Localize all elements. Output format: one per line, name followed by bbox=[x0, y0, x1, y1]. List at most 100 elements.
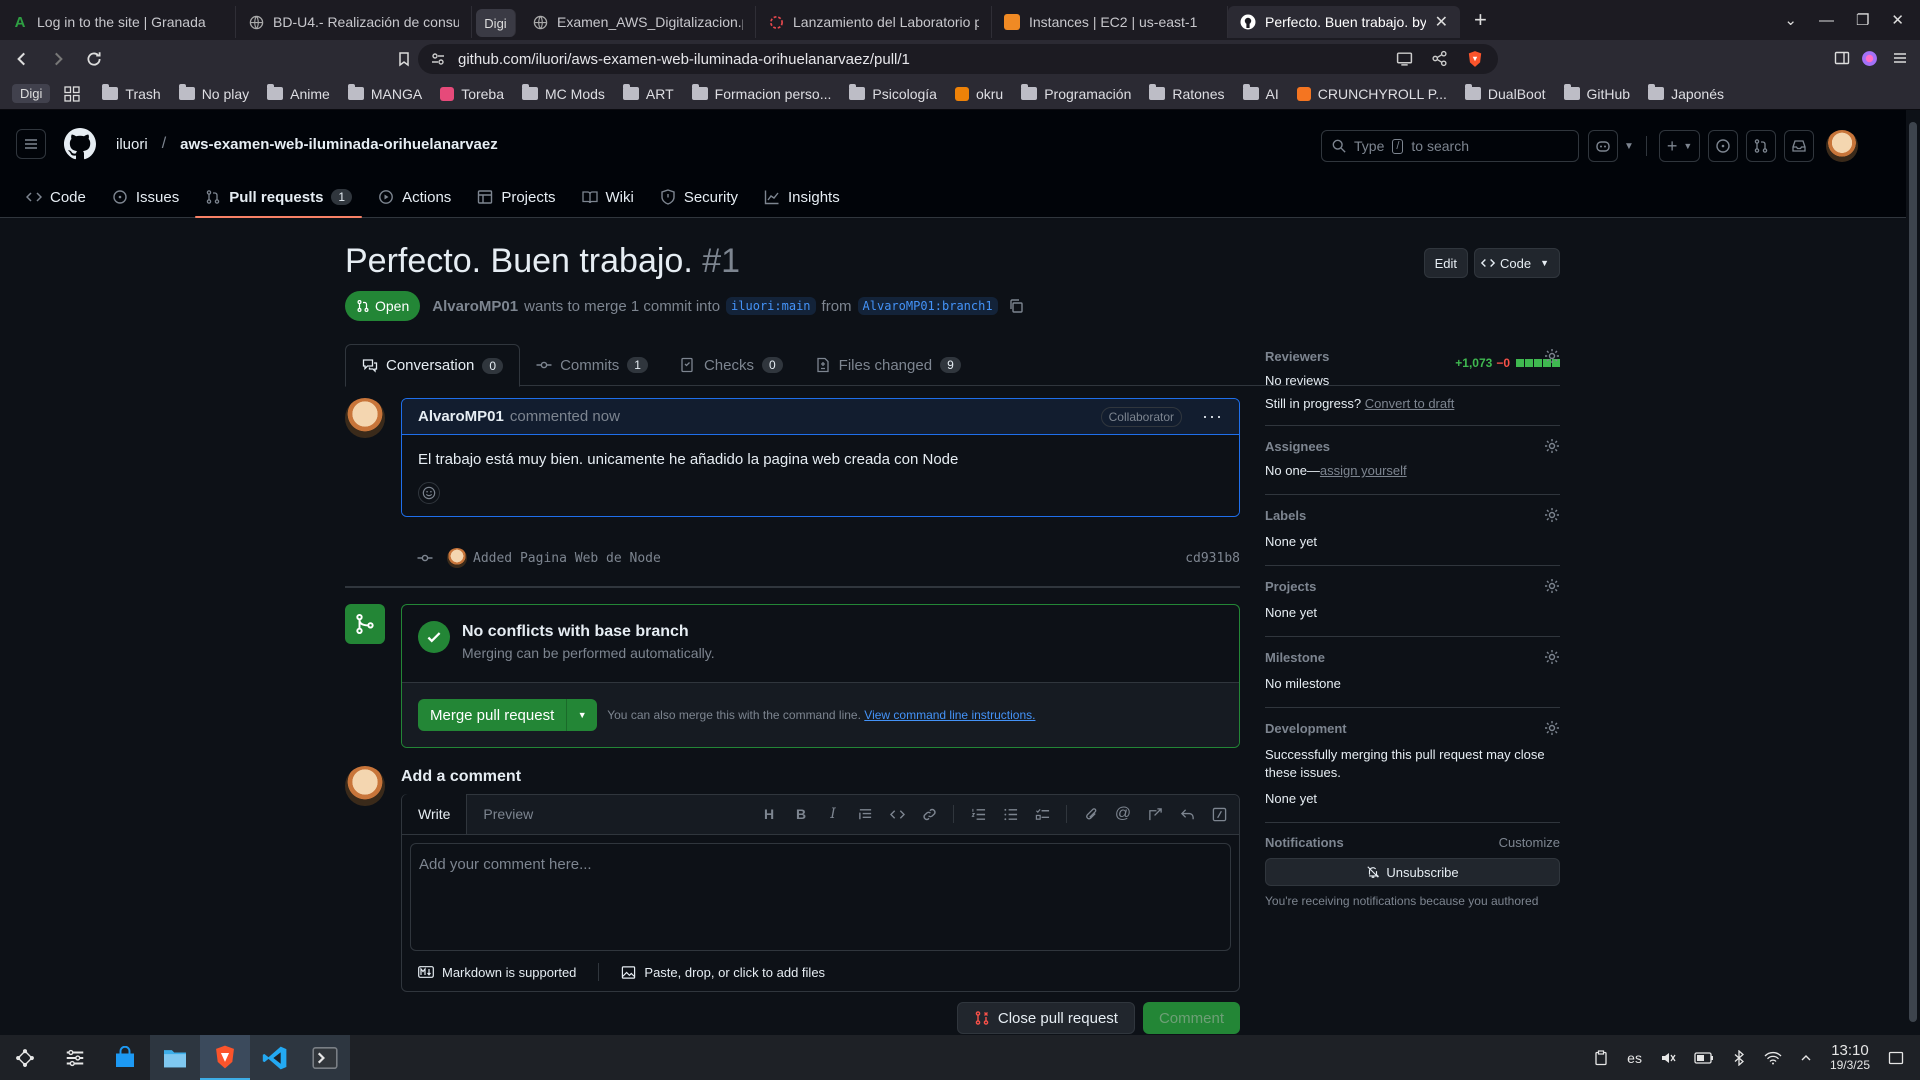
tab-pull-requests[interactable]: Pull requests 1 bbox=[195, 176, 363, 218]
breadcrumb-owner[interactable]: iluori bbox=[116, 136, 148, 153]
customize-notifications-link[interactable]: Customize bbox=[1499, 835, 1560, 850]
bookmark-okru[interactable]: okru bbox=[954, 86, 1003, 102]
site-settings-icon[interactable] bbox=[430, 51, 446, 67]
slash-command-icon[interactable] bbox=[1207, 802, 1231, 826]
bookmark-formacion[interactable]: Formacion perso... bbox=[691, 84, 831, 102]
comment-author[interactable]: AlvaroMP01 bbox=[418, 408, 504, 425]
browser-tab-ec2[interactable]: Instances | EC2 | us-east-1 bbox=[992, 6, 1228, 38]
merge-pull-request-button[interactable]: Merge pull request ▼ bbox=[418, 699, 598, 731]
bookmark-anime[interactable]: Anime bbox=[267, 84, 330, 102]
bookmark-psicologia[interactable]: Psicología bbox=[849, 84, 937, 102]
close-tab-icon[interactable]: ✕ bbox=[1435, 12, 1448, 32]
tab-conversation[interactable]: Conversation 0 bbox=[345, 344, 521, 387]
apps-grid-icon[interactable] bbox=[64, 85, 81, 102]
gear-icon[interactable] bbox=[1544, 438, 1560, 454]
add-reaction-button[interactable] bbox=[418, 482, 440, 504]
inbox-button[interactable] bbox=[1784, 130, 1815, 162]
tab-write[interactable]: Write bbox=[402, 794, 468, 834]
brave-browser-icon[interactable] bbox=[200, 1035, 250, 1080]
tab-code[interactable]: Code bbox=[16, 176, 96, 218]
tab-list-chevron-icon[interactable]: ⌄ bbox=[1784, 11, 1797, 29]
copy-icon[interactable] bbox=[1008, 298, 1024, 314]
page-scrollbar[interactable] bbox=[1906, 110, 1920, 1035]
battery-icon[interactable] bbox=[1694, 1051, 1714, 1065]
convert-to-draft-link[interactable]: Convert to draft bbox=[1365, 396, 1455, 411]
vscode-icon[interactable] bbox=[250, 1035, 300, 1080]
tab-actions[interactable]: Actions bbox=[368, 176, 461, 218]
italic-icon[interactable]: I bbox=[821, 802, 845, 826]
show-desktop-icon[interactable] bbox=[1888, 1050, 1904, 1066]
bookmark-icon[interactable] bbox=[390, 45, 418, 73]
cast-icon[interactable] bbox=[1396, 50, 1413, 68]
browser-tab-bd[interactable]: BD-U4.- Realización de consultas bbox=[236, 6, 472, 38]
ordered-list-icon[interactable] bbox=[966, 802, 990, 826]
bookmark-group-digi[interactable]: Digi bbox=[12, 84, 51, 103]
bookmark-dualboot[interactable]: DualBoot bbox=[1464, 84, 1546, 102]
bookmark-crunchyroll[interactable]: CRUNCHYROLL P... bbox=[1296, 86, 1447, 102]
bookmark-github[interactable]: GitHub bbox=[1563, 84, 1630, 102]
commit-message[interactable]: Added Pagina Web de Node bbox=[473, 551, 661, 566]
tab-security[interactable]: Security bbox=[650, 176, 748, 218]
kebab-menu-icon[interactable]: ··· bbox=[1202, 406, 1223, 427]
user-avatar[interactable] bbox=[1826, 130, 1859, 162]
new-tab-button[interactable]: + bbox=[1460, 7, 1501, 33]
forward-icon[interactable] bbox=[44, 45, 72, 73]
markdown-supported-link[interactable]: Markdown is supported bbox=[442, 965, 576, 980]
browser-tab-examen-pdf[interactable]: Examen_AWS_Digitalizacion.pdf bbox=[520, 6, 756, 38]
gear-icon[interactable] bbox=[1544, 578, 1560, 594]
pull-requests-button[interactable] bbox=[1746, 130, 1777, 162]
browser-tab-granada[interactable]: A Log in to the site | Granada bbox=[0, 6, 236, 38]
mention-icon[interactable]: @ bbox=[1111, 802, 1135, 826]
bookmark-manga[interactable]: MANGA bbox=[347, 84, 422, 102]
merge-options-dropdown-icon[interactable]: ▼ bbox=[567, 699, 597, 731]
unsubscribe-button[interactable]: Unsubscribe bbox=[1265, 858, 1560, 886]
volume-muted-icon[interactable] bbox=[1660, 1050, 1676, 1066]
system-settings-icon[interactable] bbox=[50, 1035, 100, 1080]
base-branch[interactable]: iluori:main bbox=[726, 297, 816, 315]
search-input[interactable]: Type / to search bbox=[1321, 130, 1579, 162]
gear-icon[interactable] bbox=[1544, 348, 1560, 364]
tab-files-changed[interactable]: Files changed 9 bbox=[799, 344, 977, 386]
bookmark-mc-mods[interactable]: MC Mods bbox=[522, 84, 605, 102]
share-icon[interactable] bbox=[1431, 50, 1448, 68]
wifi-icon[interactable] bbox=[1764, 1051, 1782, 1065]
bookmark-trash[interactable]: Trash bbox=[102, 84, 161, 102]
link-icon[interactable] bbox=[917, 802, 941, 826]
reload-icon[interactable] bbox=[80, 45, 108, 73]
sidebar-toggle-icon[interactable] bbox=[1834, 50, 1850, 66]
reply-icon[interactable] bbox=[1175, 802, 1199, 826]
gear-icon[interactable] bbox=[1544, 507, 1560, 523]
minimize-window-button[interactable]: — bbox=[1819, 12, 1834, 29]
bookmark-art[interactable]: ART bbox=[622, 84, 674, 102]
bluetooth-icon[interactable] bbox=[1732, 1049, 1746, 1066]
tab-commits[interactable]: Commits 1 bbox=[520, 344, 664, 386]
assign-yourself-link[interactable]: assign yourself bbox=[1320, 463, 1407, 478]
copilot-dropdown-icon[interactable]: ▼ bbox=[1624, 141, 1634, 152]
address-bar[interactable]: github.com/iluori/aws-examen-web-ilumina… bbox=[418, 44, 1498, 74]
tab-projects[interactable]: Projects bbox=[467, 176, 565, 218]
tab-insights[interactable]: Insights bbox=[754, 176, 850, 218]
issues-button[interactable] bbox=[1708, 130, 1739, 162]
code-icon[interactable] bbox=[885, 802, 909, 826]
discover-store-icon[interactable] bbox=[100, 1035, 150, 1080]
comment-timestamp[interactable]: commented now bbox=[510, 408, 620, 425]
quote-icon[interactable] bbox=[853, 802, 877, 826]
edit-title-button[interactable]: Edit bbox=[1423, 248, 1468, 278]
bookmark-programacion[interactable]: Programación bbox=[1021, 84, 1131, 102]
leo-ai-icon[interactable] bbox=[1861, 50, 1878, 67]
current-user-avatar[interactable] bbox=[345, 766, 385, 806]
app-launcher-icon[interactable] bbox=[0, 1035, 50, 1080]
bookmark-ai[interactable]: AI bbox=[1242, 84, 1279, 102]
back-icon[interactable] bbox=[8, 45, 36, 73]
commit-author-avatar[interactable] bbox=[447, 548, 467, 568]
file-manager-icon[interactable] bbox=[150, 1035, 200, 1080]
hamburger-menu-icon[interactable] bbox=[16, 129, 46, 159]
comment-submit-button[interactable]: Comment bbox=[1142, 1002, 1240, 1034]
attach-files-link[interactable]: Paste, drop, or click to add files bbox=[644, 965, 825, 980]
breadcrumb-repo[interactable]: aws-examen-web-iluminada-orihuelanarvaez bbox=[180, 136, 498, 153]
browser-menu-icon[interactable] bbox=[1892, 50, 1908, 66]
bookmark-toreba[interactable]: Toreba bbox=[440, 86, 504, 102]
cross-reference-icon[interactable] bbox=[1143, 802, 1167, 826]
tab-checks[interactable]: Checks 0 bbox=[664, 344, 799, 386]
bookmark-no-play[interactable]: No play bbox=[178, 84, 249, 102]
